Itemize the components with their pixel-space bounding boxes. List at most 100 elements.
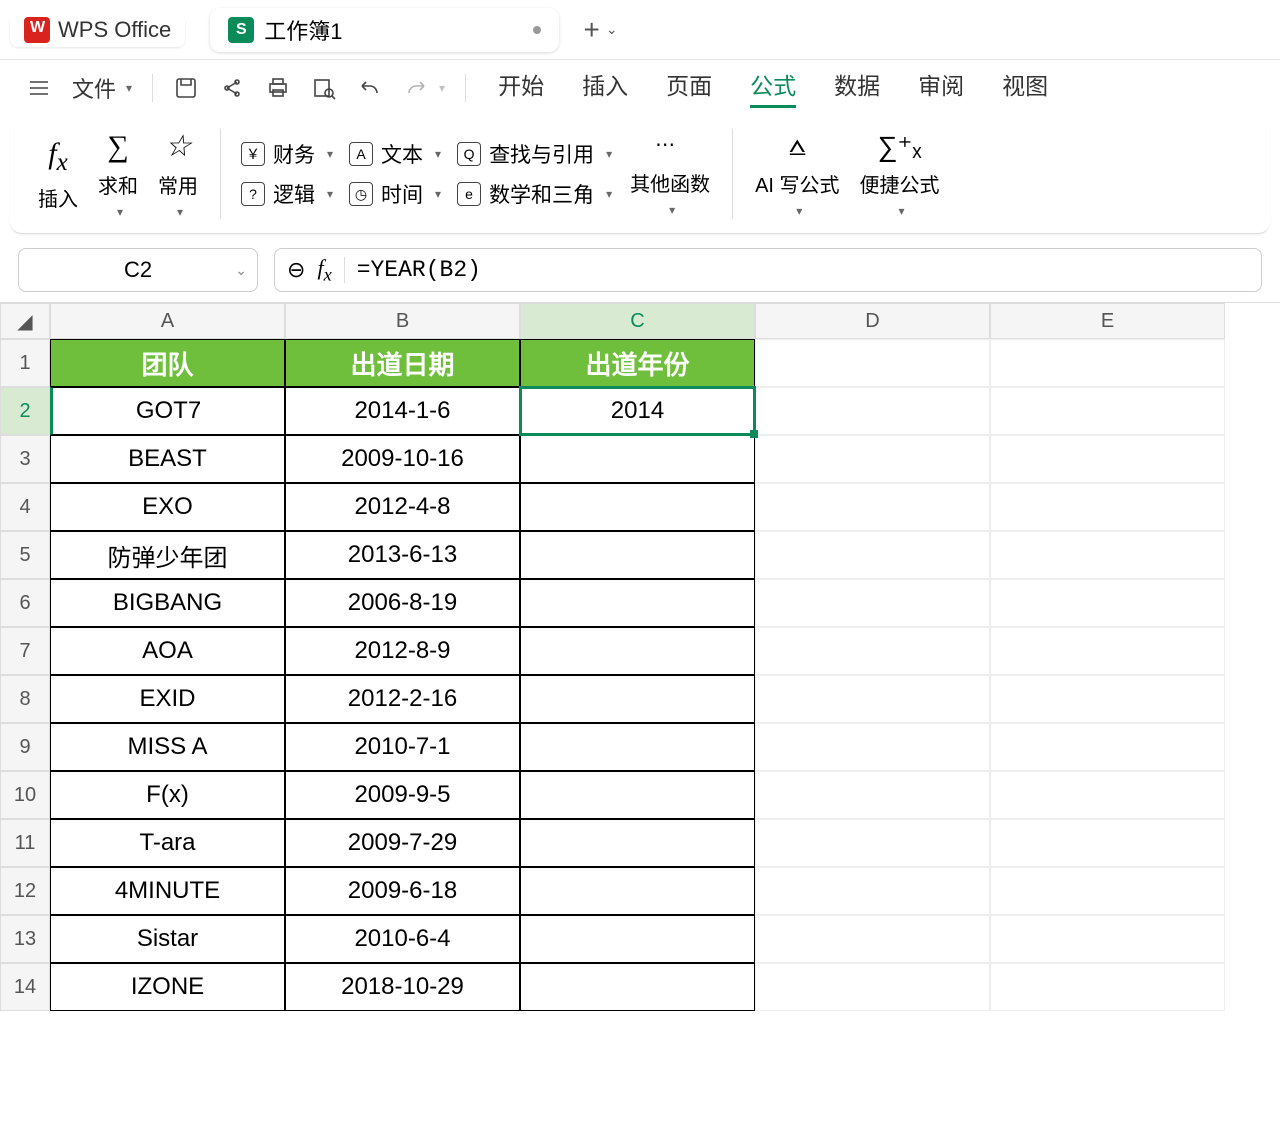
ribbon-tab-4[interactable]: 数据	[834, 67, 880, 108]
row-header-5[interactable]: 5	[0, 531, 50, 579]
row-header-2[interactable]: 2	[0, 387, 50, 435]
cell-B1[interactable]: 出道日期	[285, 339, 520, 387]
cell-E13[interactable]	[990, 915, 1225, 963]
row-header-4[interactable]: 4	[0, 483, 50, 531]
col-header-E[interactable]: E	[990, 303, 1225, 339]
formula-bar[interactable]: ⊖ fx =YEAR(B2)	[274, 248, 1262, 292]
cell-B6[interactable]: 2006-8-19	[285, 579, 520, 627]
preview-button[interactable]	[303, 71, 345, 105]
cell-B3[interactable]: 2009-10-16	[285, 435, 520, 483]
time-fn-button[interactable]: ◷时间	[349, 179, 441, 209]
cell-D11[interactable]	[755, 819, 990, 867]
cell-E12[interactable]	[990, 867, 1225, 915]
cell-D6[interactable]	[755, 579, 990, 627]
fill-handle[interactable]	[750, 430, 758, 438]
cell-E2[interactable]	[990, 387, 1225, 435]
cell-E4[interactable]	[990, 483, 1225, 531]
cell-A1[interactable]: 团队	[50, 339, 285, 387]
cell-E5[interactable]	[990, 531, 1225, 579]
cell-E1[interactable]	[990, 339, 1225, 387]
cell-E7[interactable]	[990, 627, 1225, 675]
cell-C9[interactable]	[520, 723, 755, 771]
undo-button[interactable]	[349, 71, 391, 105]
menu-hamburger[interactable]	[18, 71, 60, 105]
col-header-A[interactable]: A	[50, 303, 285, 339]
col-header-B[interactable]: B	[285, 303, 520, 339]
share-button[interactable]	[211, 71, 253, 105]
new-tab-button[interactable]: +	[584, 14, 600, 46]
workbook-tab[interactable]: S 工作簿1	[210, 8, 558, 52]
cell-D13[interactable]	[755, 915, 990, 963]
save-button[interactable]	[165, 71, 207, 105]
sum-button[interactable]: ∑ 求和	[88, 130, 148, 219]
cell-D10[interactable]	[755, 771, 990, 819]
row-header-11[interactable]: 11	[0, 819, 50, 867]
ribbon-tab-3[interactable]: 公式	[750, 67, 796, 108]
cell-B9[interactable]: 2010-7-1	[285, 723, 520, 771]
math-fn-button[interactable]: e数学和三角	[457, 179, 612, 209]
cell-D14[interactable]	[755, 963, 990, 1011]
row-header-9[interactable]: 9	[0, 723, 50, 771]
cell-E3[interactable]	[990, 435, 1225, 483]
finance-fn-button[interactable]: ￥财务	[241, 139, 333, 169]
zoom-out-icon[interactable]: ⊖	[287, 257, 305, 283]
row-header-1[interactable]: 1	[0, 339, 50, 387]
cell-E6[interactable]	[990, 579, 1225, 627]
cell-C3[interactable]	[520, 435, 755, 483]
ribbon-tab-5[interactable]: 审阅	[918, 67, 964, 108]
cell-D12[interactable]	[755, 867, 990, 915]
cell-A5[interactable]: 防弹少年团	[50, 531, 285, 579]
cell-B7[interactable]: 2012-8-9	[285, 627, 520, 675]
ribbon-tab-0[interactable]: 开始	[498, 67, 544, 108]
row-header-8[interactable]: 8	[0, 675, 50, 723]
cell-A7[interactable]: AOA	[50, 627, 285, 675]
quick-formula-button[interactable]: ∑⁺ₓ 便捷公式	[850, 130, 950, 218]
cell-C7[interactable]	[520, 627, 755, 675]
cell-E10[interactable]	[990, 771, 1225, 819]
insert-function-button[interactable]: fx 插入	[28, 137, 88, 212]
spreadsheet-grid[interactable]: ◢ABCDE1团队出道日期出道年份2GOT72014-1-620143BEAST…	[0, 303, 1280, 1011]
tab-menu-dropdown[interactable]: ⌄	[606, 21, 618, 38]
row-header-12[interactable]: 12	[0, 867, 50, 915]
cell-A13[interactable]: Sistar	[50, 915, 285, 963]
cell-C2[interactable]: 2014	[520, 387, 755, 435]
cell-C13[interactable]	[520, 915, 755, 963]
ribbon-tab-1[interactable]: 插入	[582, 67, 628, 108]
cell-A4[interactable]: EXO	[50, 483, 285, 531]
row-header-6[interactable]: 6	[0, 579, 50, 627]
cell-B13[interactable]: 2010-6-4	[285, 915, 520, 963]
cell-C6[interactable]	[520, 579, 755, 627]
cell-B5[interactable]: 2013-6-13	[285, 531, 520, 579]
cell-C12[interactable]	[520, 867, 755, 915]
row-header-14[interactable]: 14	[0, 963, 50, 1011]
logic-fn-button[interactable]: ?逻辑	[241, 179, 333, 209]
cell-D5[interactable]	[755, 531, 990, 579]
cell-B14[interactable]: 2018-10-29	[285, 963, 520, 1011]
row-header-13[interactable]: 13	[0, 915, 50, 963]
cell-A14[interactable]: IZONE	[50, 963, 285, 1011]
cell-A11[interactable]: T-ara	[50, 819, 285, 867]
print-button[interactable]	[257, 71, 299, 105]
cell-C8[interactable]	[520, 675, 755, 723]
col-header-D[interactable]: D	[755, 303, 990, 339]
cell-B11[interactable]: 2009-7-29	[285, 819, 520, 867]
fx-icon[interactable]: fx	[317, 255, 331, 285]
cell-D4[interactable]	[755, 483, 990, 531]
cell-C5[interactable]	[520, 531, 755, 579]
row-header-7[interactable]: 7	[0, 627, 50, 675]
row-header-3[interactable]: 3	[0, 435, 50, 483]
cell-D7[interactable]	[755, 627, 990, 675]
cell-A12[interactable]: 4MINUTE	[50, 867, 285, 915]
cell-D3[interactable]	[755, 435, 990, 483]
ribbon-tab-2[interactable]: 页面	[666, 67, 712, 108]
cell-E8[interactable]	[990, 675, 1225, 723]
formula-text[interactable]: =YEAR(B2)	[357, 257, 481, 283]
row-header-10[interactable]: 10	[0, 771, 50, 819]
cell-A3[interactable]: BEAST	[50, 435, 285, 483]
cell-E11[interactable]	[990, 819, 1225, 867]
cell-C11[interactable]	[520, 819, 755, 867]
cell-A6[interactable]: BIGBANG	[50, 579, 285, 627]
ribbon-tab-6[interactable]: 视图	[1002, 67, 1048, 108]
cell-C1[interactable]: 出道年份	[520, 339, 755, 387]
cell-D8[interactable]	[755, 675, 990, 723]
